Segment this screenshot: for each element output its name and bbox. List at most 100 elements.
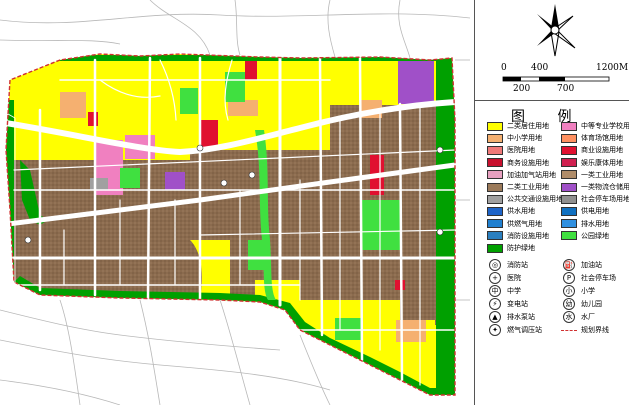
legend-label: 供燃气用地 bbox=[507, 219, 542, 228]
legend-item-col1-2: 医院用地 bbox=[487, 145, 535, 155]
commercial-4 bbox=[88, 112, 98, 126]
land-use-map bbox=[0, 0, 470, 405]
scale-label-0: 0 bbox=[501, 63, 507, 73]
legend-swatch bbox=[561, 170, 577, 180]
legend-swatch bbox=[487, 206, 503, 216]
legend-symbol-symbols1-3: ⚡ 变电站 bbox=[487, 298, 528, 311]
residential-north bbox=[10, 55, 330, 150]
legend-item-col1-6: 公共交通设施用地 bbox=[487, 194, 563, 204]
scale-label-400: 400 bbox=[531, 63, 549, 73]
legend-symbol-symbols1-0: ◎ 消防站 bbox=[487, 259, 528, 272]
park-4 bbox=[335, 318, 363, 340]
legend-swatch bbox=[561, 231, 577, 241]
legend-symbol-symbols1-4: ▲ 排水泵站 bbox=[487, 311, 535, 324]
legend-symbol-symbols1-5: ✦ 燃气调压站 bbox=[487, 324, 542, 337]
scale-label-700: 700 bbox=[557, 84, 575, 94]
commercial-2 bbox=[245, 60, 257, 80]
legend-label: 供水用地 bbox=[507, 207, 535, 216]
legend-swatch bbox=[561, 182, 577, 192]
legend-label: 二类工业用地 bbox=[507, 183, 549, 191]
legend-item-col2-9: 公园绿地 bbox=[561, 231, 609, 241]
legend-symbol-symbols2-4: 水水厂 bbox=[561, 311, 595, 324]
legend-swatch bbox=[487, 194, 503, 204]
legend-swatch bbox=[561, 206, 577, 216]
legend-item-col2-5: 一类物流仓储用地 bbox=[561, 182, 629, 192]
legend-symbol-symbols1-2: 中中学 bbox=[487, 285, 521, 298]
legend-label: 幼儿园 bbox=[581, 300, 602, 309]
legend-label: 加油站 bbox=[581, 261, 602, 270]
legend-symbol-icon: ⛽ bbox=[563, 259, 575, 272]
legend-label: 供电用地 bbox=[581, 207, 609, 216]
legend-item-col1-8: 供燃气用地 bbox=[487, 219, 542, 229]
legend-label: 社会停车场 bbox=[581, 274, 616, 283]
legend-label: 体育场馆用地 bbox=[581, 134, 623, 143]
legend-item-col2-4: 一类工业用地 bbox=[561, 170, 623, 180]
legend-swatch bbox=[487, 145, 503, 155]
legend-label: 排水用地 bbox=[581, 219, 609, 228]
legend-label: 一类工业用地 bbox=[581, 170, 623, 179]
legend-item-col1-9: 消防设施用地 bbox=[487, 231, 549, 241]
legend-item-col2-2: 商业设施用地 bbox=[561, 145, 623, 155]
legend-swatch bbox=[487, 170, 503, 180]
legend-item-col1-3: 商务设施用地 bbox=[487, 158, 549, 168]
legend-item-col1-4: 加油加气站用地 bbox=[487, 170, 556, 180]
legend-swatch bbox=[561, 145, 577, 155]
legend-symbol-icon: ◎ bbox=[489, 259, 501, 272]
legend-item-col1-0: 二类居住用地 bbox=[487, 121, 549, 131]
legend-swatch bbox=[487, 158, 503, 168]
legend-label: 一类物流仓储用地 bbox=[581, 183, 629, 191]
legend-swatch bbox=[487, 182, 503, 192]
legend-label: 变电站 bbox=[507, 300, 528, 309]
commercial-5 bbox=[395, 280, 405, 290]
legend-swatch bbox=[561, 121, 577, 131]
legend-symbol-symbols1-1: + 医院 bbox=[487, 272, 521, 285]
scale-label-1200: 1200M bbox=[596, 63, 629, 73]
legend-label: 防护绿地 bbox=[507, 244, 535, 252]
legend-label: 消防设施用地 bbox=[507, 231, 549, 240]
legend-symbol-icon: P bbox=[563, 272, 575, 285]
legend-item-col1-1: 中小学用地 bbox=[487, 133, 542, 143]
legend-label: 公园绿地 bbox=[581, 231, 609, 240]
legend-symbol-icon: 小 bbox=[563, 285, 575, 298]
legend-symbol-symbols2-0: ⛽ 加油站 bbox=[561, 259, 602, 272]
legend-label: 娱乐康体用地 bbox=[581, 158, 623, 167]
scale-label-200: 200 bbox=[513, 84, 531, 94]
legend-label: 商务设施用地 bbox=[507, 158, 549, 167]
legend-symbol-icon: 幼 bbox=[563, 298, 575, 311]
legend-symbol-icon: 水 bbox=[563, 311, 575, 324]
legend-label: 中学 bbox=[507, 287, 521, 296]
school-plot-1 bbox=[60, 92, 86, 118]
scale-bar bbox=[502, 76, 610, 82]
transport-1 bbox=[90, 178, 108, 190]
park-5 bbox=[120, 168, 140, 188]
legend-label: 消防站 bbox=[507, 261, 528, 270]
legend-item-col2-6: 社会停车场用地 bbox=[561, 194, 629, 204]
legend-item-col2-3: 娱乐康体用地 bbox=[561, 158, 623, 168]
legend-item-col1-10: 防护绿地 bbox=[487, 243, 535, 253]
legend-symbol-icon: ▲ bbox=[489, 311, 501, 324]
legend-label: 社会停车场用地 bbox=[581, 195, 629, 204]
legend-swatch bbox=[487, 121, 503, 131]
legend-label: 水厂 bbox=[581, 313, 595, 322]
legend-item-col2-1: 体育场馆用地 bbox=[561, 133, 623, 143]
legend-label: 加油加气站用地 bbox=[507, 170, 556, 179]
legend-item-col1-5: 二类工业用地 bbox=[487, 182, 549, 192]
legend-swatch bbox=[487, 243, 503, 253]
boundary-line-icon bbox=[561, 329, 577, 331]
legend-swatch bbox=[561, 194, 577, 204]
legend-swatch bbox=[487, 231, 503, 241]
legend-label: 公共交通设施用地 bbox=[507, 195, 563, 204]
logistics-1 bbox=[398, 58, 434, 104]
legend-item-col2-7: 供电用地 bbox=[561, 206, 609, 216]
legend-label: 小学 bbox=[581, 287, 595, 296]
legend-symbol-icon: + bbox=[489, 272, 501, 285]
legend-symbol-icon: ✦ bbox=[489, 324, 501, 337]
buffer-east bbox=[436, 58, 455, 395]
legend-symbol-symbols2-2: 小小学 bbox=[561, 285, 595, 298]
legend-symbol-symbols2-5: 规划界线 bbox=[561, 325, 609, 335]
legend-divider bbox=[475, 100, 629, 101]
logistics-2 bbox=[165, 172, 185, 190]
legend-label: 规划界线 bbox=[581, 326, 609, 335]
legend-label: 二类居住用地 bbox=[507, 122, 549, 130]
legend-symbol-icon: ⚡ bbox=[489, 298, 501, 311]
